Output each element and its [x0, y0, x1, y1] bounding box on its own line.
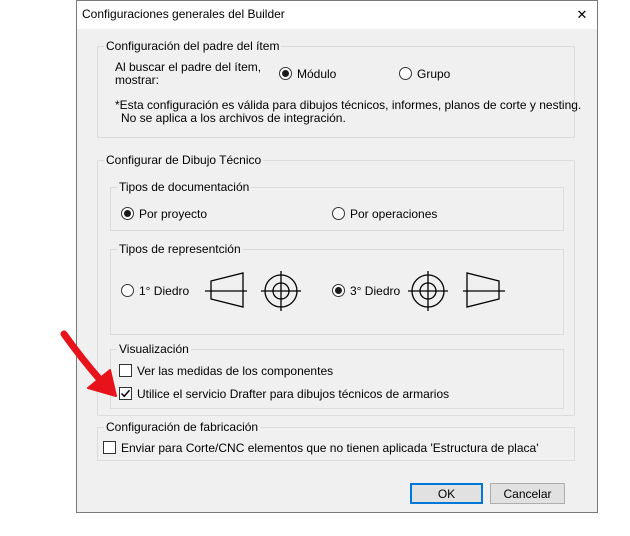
checkbox-enviar-corte[interactable]: Enviar para Corte/CNC elementos que no t… [103, 440, 543, 456]
parent-config-legend: Configuración del padre del ítem [104, 39, 282, 53]
rep-types-legend: Tipos de representción [117, 242, 243, 256]
cancel-button[interactable]: Cancelar [490, 483, 565, 504]
radio-por-operaciones-indicator[interactable] [332, 207, 345, 220]
checkmark-icon [120, 389, 131, 398]
radio-tercer-diedro-label: 3° Diedro [350, 284, 401, 298]
checkbox-drafter-box[interactable] [119, 387, 132, 400]
radio-tercer-diedro-indicator[interactable] [332, 284, 345, 297]
radio-por-proyecto[interactable]: Por proyecto [121, 206, 231, 222]
radio-modulo[interactable]: Módulo [279, 66, 369, 82]
checkbox-drafter[interactable]: Utilice el servicio Drafter para dibujos… [119, 386, 499, 402]
close-icon: ✕ [576, 7, 588, 22]
visualization-legend: Visualización [117, 342, 191, 356]
checkbox-ver-medidas-box[interactable] [119, 364, 132, 377]
third-angle-projection-icon [408, 271, 505, 311]
radio-tercer-diedro[interactable]: 3° Diedro [332, 283, 412, 299]
first-angle-projection-icon [205, 271, 301, 311]
checkbox-enviar-corte-label: Enviar para Corte/CNC elementos que no t… [121, 441, 539, 455]
radio-grupo-indicator[interactable] [399, 67, 412, 80]
radio-por-operaciones[interactable]: Por operaciones [332, 206, 452, 222]
parent-prompt-line2: mostrar: [115, 73, 160, 87]
parent-note-line2: No se aplica a los archivos de integraci… [121, 111, 346, 125]
radio-primer-diedro[interactable]: 1° Diedro [121, 283, 201, 299]
checkbox-ver-medidas-label: Ver las medidas de los componentes [137, 364, 334, 378]
close-button[interactable]: ✕ [567, 1, 597, 29]
radio-grupo[interactable]: Grupo [399, 66, 479, 82]
radio-por-operaciones-label: Por operaciones [350, 207, 438, 221]
radio-modulo-indicator[interactable] [279, 67, 292, 80]
parent-note-line1: *Esta configuración es válida para dibuj… [115, 98, 582, 112]
title-bar[interactable]: Configuraciones generales del Builder ✕ [77, 1, 597, 29]
radio-grupo-label: Grupo [417, 67, 451, 81]
radio-modulo-label: Módulo [297, 67, 337, 81]
doc-types-legend: Tipos de documentación [117, 180, 252, 194]
checkbox-drafter-label: Utilice el servicio Drafter para dibujos… [137, 387, 450, 401]
drawing-config-legend: Configurar de Dibujo Técnico [104, 153, 264, 167]
dialog-title: Configuraciones generales del Builder [82, 7, 285, 21]
radio-por-proyecto-label: Por proyecto [139, 207, 208, 221]
fabrication-legend: Configuración de fabricación [104, 420, 261, 434]
radio-primer-diedro-label: 1° Diedro [139, 284, 190, 298]
ok-button[interactable]: OK [410, 483, 483, 504]
checkbox-enviar-corte-box[interactable] [103, 441, 116, 454]
radio-primer-diedro-indicator[interactable] [121, 284, 134, 297]
settings-dialog: Configuraciones generales del Builder ✕ … [76, 0, 598, 513]
checkbox-ver-medidas[interactable]: Ver las medidas de los componentes [119, 363, 379, 379]
red-arrow-icon [60, 330, 117, 397]
radio-por-proyecto-indicator[interactable] [121, 207, 134, 220]
parent-prompt-line1: Al buscar el padre del ítem, [115, 60, 262, 74]
